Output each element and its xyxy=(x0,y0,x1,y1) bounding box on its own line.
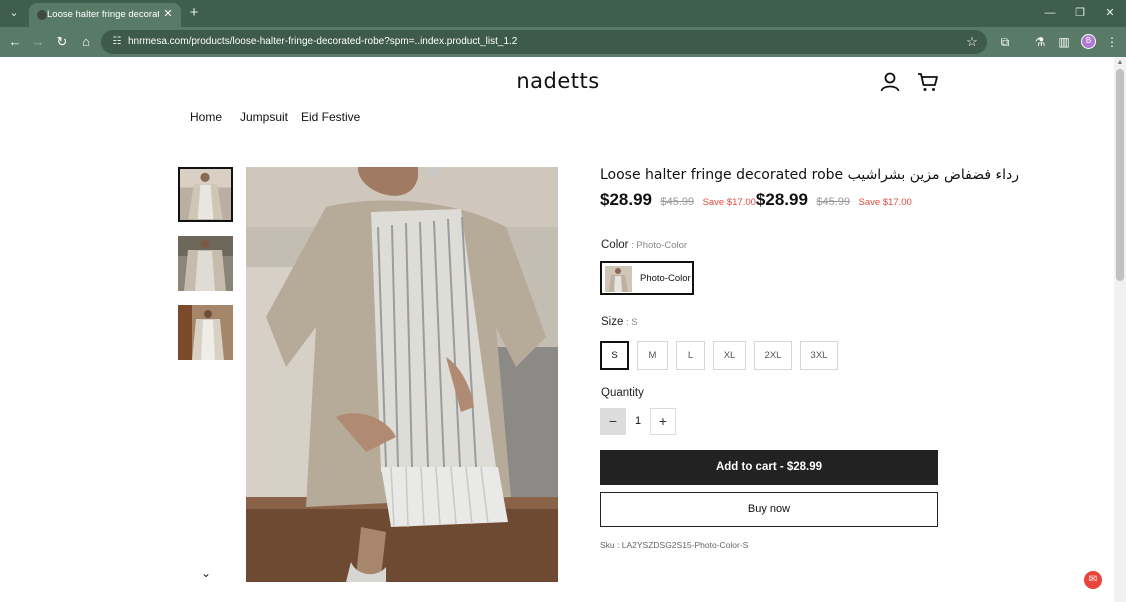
quantity-increase-button[interactable]: + xyxy=(650,408,676,435)
color-option-swatch[interactable]: Photo-Color xyxy=(600,261,694,295)
nav-jumpsuit[interactable]: Jumpsuit xyxy=(240,110,288,124)
new-tab-icon[interactable]: + xyxy=(186,5,202,21)
compare-price: $45.99 xyxy=(660,196,695,208)
scroll-up-arrow-icon[interactable]: ▲ xyxy=(1116,59,1124,67)
size-option-xl[interactable]: XL xyxy=(713,341,746,370)
tab-search-icon[interactable]: ⌄ xyxy=(4,4,24,22)
sku-text: Sku : LA2YSZDSG2S15-Photo-Color-S xyxy=(600,540,749,550)
lab-icon[interactable]: ⚗ xyxy=(1031,33,1049,51)
home-icon[interactable]: ⌂ xyxy=(77,33,95,51)
page-scrollbar[interactable]: ▲ xyxy=(1114,57,1126,602)
site-info-icon[interactable]: ☷ xyxy=(110,35,124,49)
store-logo[interactable]: nadetts xyxy=(500,69,616,93)
save-amount: Save $17.00 xyxy=(702,197,756,208)
size-option-m[interactable]: M xyxy=(637,341,668,370)
sale-price: $28.99 xyxy=(755,190,808,209)
gallery-thumbnail[interactable] xyxy=(178,236,233,291)
back-icon[interactable]: ← xyxy=(6,33,24,51)
minimize-icon[interactable]: — xyxy=(1039,4,1061,22)
browser-tab[interactable]: Loose halter fringe decorated r ✕ xyxy=(29,3,181,27)
gallery-thumbnail[interactable] xyxy=(178,167,233,222)
cart-icon[interactable] xyxy=(917,71,939,93)
compare-price: $45.99 xyxy=(816,196,851,208)
web-page: nadetts Home Jumpsuit Eid Festive ⌄ Loos… xyxy=(0,57,1126,602)
selected-size: S xyxy=(631,317,638,328)
product-title: Loose halter fringe decorated robe رداء … xyxy=(600,167,1019,183)
url-text: hnrmesa.com/products/loose-halter-fringe… xyxy=(128,36,518,47)
price-row: $28.99 $45.99 Save $17.00$28.99 $45.99 S… xyxy=(600,190,912,210)
save-amount: Save $17.00 xyxy=(858,197,912,208)
product-thumbnail-image xyxy=(178,236,233,291)
quantity-decrease-button[interactable]: − xyxy=(600,408,626,435)
product-thumbnail-image xyxy=(178,305,233,360)
extensions-icon[interactable]: ⧉ xyxy=(996,33,1014,51)
scrollbar-thumb[interactable] xyxy=(1116,69,1124,281)
favicon-icon xyxy=(37,10,47,20)
account-icon[interactable] xyxy=(879,71,901,93)
color-label: Color : Photo-Color xyxy=(601,239,688,251)
menu-kebab-icon[interactable]: ⋮ xyxy=(1103,33,1121,51)
size-option-l[interactable]: L xyxy=(676,341,705,370)
size-option-2xl[interactable]: 2XL xyxy=(754,341,792,370)
browser-toolbar: ← → ↻ ⌂ ☷ hnrmesa.com/products/loose-hal… xyxy=(0,27,1126,57)
buy-now-button[interactable]: Buy now xyxy=(600,492,938,527)
side-panel-icon[interactable]: ▥ xyxy=(1055,33,1073,51)
color-swatch-image xyxy=(605,266,632,292)
size-label: Size : S xyxy=(601,316,638,328)
gallery-thumbnail[interactable] xyxy=(178,305,233,360)
reload-icon[interactable]: ↻ xyxy=(53,33,71,51)
robe-photo xyxy=(246,167,558,582)
tab-title: Loose halter fringe decorated r xyxy=(47,9,159,20)
tab-strip: ⌄ Loose halter fringe decorated r ✕ + — … xyxy=(0,0,1126,27)
support-chat-icon[interactable]: ✉ xyxy=(1084,571,1102,589)
size-option-s[interactable]: S xyxy=(600,341,629,370)
forward-icon[interactable]: → xyxy=(29,33,47,51)
close-window-icon[interactable]: ✕ xyxy=(1099,4,1121,22)
bookmark-star-icon[interactable]: ☆ xyxy=(964,34,980,50)
address-bar[interactable]: ☷ hnrmesa.com/products/loose-halter-frin… xyxy=(101,30,987,54)
product-thumbnail-image xyxy=(180,169,231,220)
profile-avatar[interactable]: B xyxy=(1081,34,1096,49)
quantity-input[interactable]: 1 xyxy=(626,408,650,435)
size-option-3xl[interactable]: 3XL xyxy=(800,341,838,370)
color-option-label: Photo-Color xyxy=(640,273,691,284)
product-main-image[interactable] xyxy=(246,167,558,582)
close-tab-icon[interactable]: ✕ xyxy=(161,7,175,21)
nav-eid-festive[interactable]: Eid Festive xyxy=(301,110,360,124)
nav-home[interactable]: Home xyxy=(190,110,222,124)
restore-icon[interactable]: ❐ xyxy=(1069,4,1091,22)
gallery-next-chevron-down-icon[interactable]: ⌄ xyxy=(198,565,214,581)
selected-color: Photo-Color xyxy=(636,240,688,251)
sale-price: $28.99 xyxy=(600,190,652,209)
add-to-cart-button[interactable]: Add to cart - $28.99 xyxy=(600,450,938,485)
quantity-label: Quantity xyxy=(601,387,644,399)
